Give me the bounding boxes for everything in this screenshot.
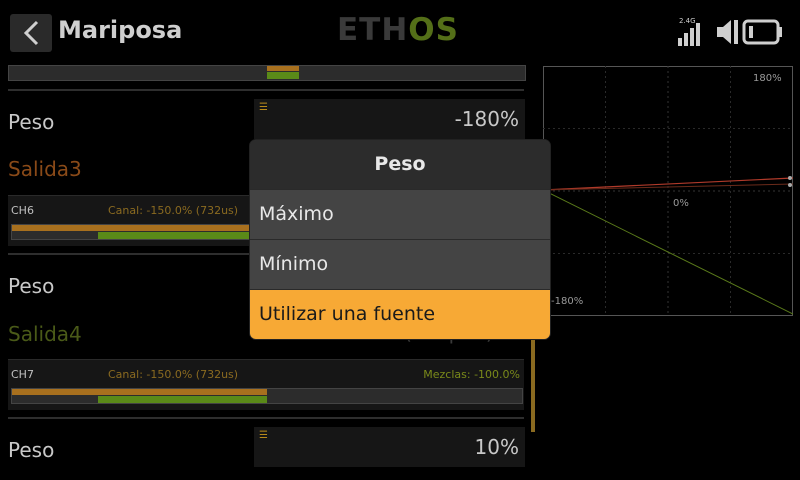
option-utilizar-fuente[interactable]: Utilizar una fuente (250, 289, 550, 339)
status-icons: 2.4G (678, 17, 782, 46)
peso-value: -180% (454, 107, 519, 131)
chart-mid-label: 0% (673, 198, 689, 209)
chart-top-label: 180% (753, 73, 782, 84)
channel-bar (11, 388, 523, 404)
curve-marker (788, 183, 792, 187)
scrollbar[interactable] (531, 332, 535, 432)
channel-label: CH7 (11, 368, 34, 381)
option-minimo[interactable]: Mínimo (250, 239, 550, 287)
chevron-left-icon (23, 20, 39, 46)
peso-value-field[interactable]: ☰ -180% (254, 99, 525, 139)
curve-marker (788, 176, 792, 180)
channel-value: Canal: -150.0% (732us) (108, 368, 239, 381)
channel-monitor: CH7 Canal: -150.0% (732us) Mezclas: -100… (8, 359, 524, 410)
peso-label: Peso (8, 274, 55, 298)
peso-source-dialog: Peso Máximo Mínimo Utilizar una fuente (250, 140, 550, 339)
peso-value-field[interactable]: ☰ 10% (254, 427, 525, 467)
curve-preview: 180% 0% -180% (543, 66, 793, 316)
divider (8, 89, 524, 91)
ethos-logo: ETHOS (337, 12, 459, 48)
back-button[interactable] (10, 14, 52, 52)
peso-label: Peso (8, 438, 55, 462)
option-maximo[interactable]: Máximo (250, 189, 550, 237)
peso-value: 10% (474, 435, 519, 459)
battery-icon (742, 19, 782, 45)
channel-value: Canal: -150.0% (732us) (108, 204, 239, 217)
volume-icon (717, 20, 738, 44)
menu-icon: ☰ (259, 430, 268, 441)
signal-icon: 2.4G (678, 17, 700, 46)
mixes-value: Mezclas: -100.0% (423, 368, 520, 381)
dialog-title: Peso (250, 140, 550, 189)
output-name: Salida4 (8, 322, 82, 346)
divider (8, 417, 524, 419)
output-name: Salida3 (8, 157, 82, 181)
page-title: Mariposa (58, 16, 183, 44)
rf-band-label: 2.4G (679, 17, 696, 25)
partial-output-bar (8, 65, 526, 81)
chart-bottom-label: -180% (551, 296, 583, 307)
menu-icon: ☰ (259, 102, 268, 113)
channel-label: CH6 (11, 204, 34, 217)
peso-label: Peso (8, 110, 55, 134)
